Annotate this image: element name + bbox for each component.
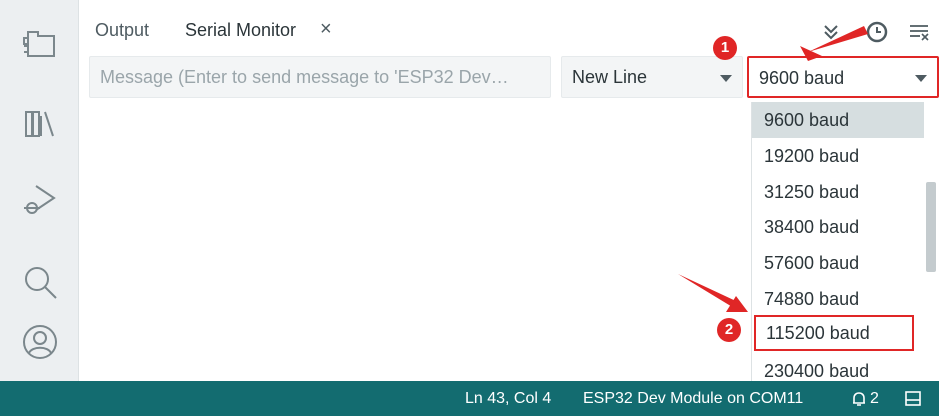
annotation-arrows	[678, 26, 868, 312]
cursor-position[interactable]: Ln 43, Col 4	[465, 390, 551, 408]
step-badge-1: 1	[713, 36, 737, 60]
arrow-1-icon	[808, 26, 868, 52]
bell-icon[interactable]	[850, 390, 868, 408]
status-bar: Ln 43, Col 4 ESP32 Dev Module on COM11 2	[0, 381, 939, 416]
board-port-status[interactable]: ESP32 Dev Module on COM11	[583, 390, 803, 408]
step-badge-2: 2	[717, 318, 741, 342]
arrow-2-icon	[678, 274, 738, 308]
toggle-panel-icon[interactable]	[904, 390, 922, 407]
notification-count[interactable]: 2	[870, 390, 879, 408]
